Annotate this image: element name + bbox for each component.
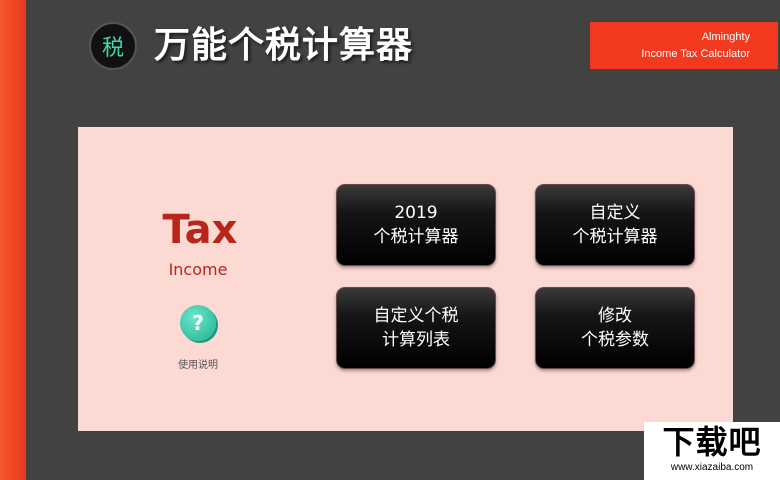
main-panel: Tax Income ? 使用说明 2019 个税计算器 自定义 个税计算器 自… <box>78 127 733 431</box>
help-icon[interactable]: ? <box>180 305 216 341</box>
calculator-2019-button[interactable]: 2019 个税计算器 <box>336 184 496 266</box>
custom-calculator-button[interactable]: 自定义 个税计算器 <box>535 184 695 266</box>
button-line2: 个税计算器 <box>572 227 658 247</box>
english-title-banner: Alminghty Income Tax Calculator <box>590 22 778 69</box>
english-title-line1: Alminghty <box>701 31 750 43</box>
watermark-main-text: 下载吧 <box>662 423 762 461</box>
button-line1: 自定义个税 <box>373 306 459 326</box>
button-line1: 2019 <box>394 203 438 223</box>
button-line1: 修改 <box>598 306 632 326</box>
app-logo-icon: 税 <box>89 22 137 70</box>
help-label[interactable]: 使用说明 <box>168 356 228 371</box>
site-watermark: 下载吧 www.xiazaiba.com <box>644 422 780 480</box>
button-line2: 个税计算器 <box>373 227 459 247</box>
tax-logo-text: Tax <box>162 207 238 253</box>
income-logo-text: Income <box>168 260 228 279</box>
button-line2: 计算列表 <box>382 330 450 350</box>
logo-char: 税 <box>101 36 124 61</box>
left-accent-stripe <box>0 0 26 480</box>
english-title-line2: Income Tax Calculator <box>641 48 750 60</box>
watermark-url-text: www.xiazaiba.com <box>670 462 754 473</box>
edit-parameters-button[interactable]: 修改 个税参数 <box>535 287 695 369</box>
app-title: 万能个税计算器 <box>154 25 414 66</box>
custom-list-button[interactable]: 自定义个税 计算列表 <box>336 287 496 369</box>
help-symbol: ? <box>192 311 204 335</box>
button-line1: 自定义 <box>589 203 641 223</box>
button-line2: 个税参数 <box>581 330 649 350</box>
